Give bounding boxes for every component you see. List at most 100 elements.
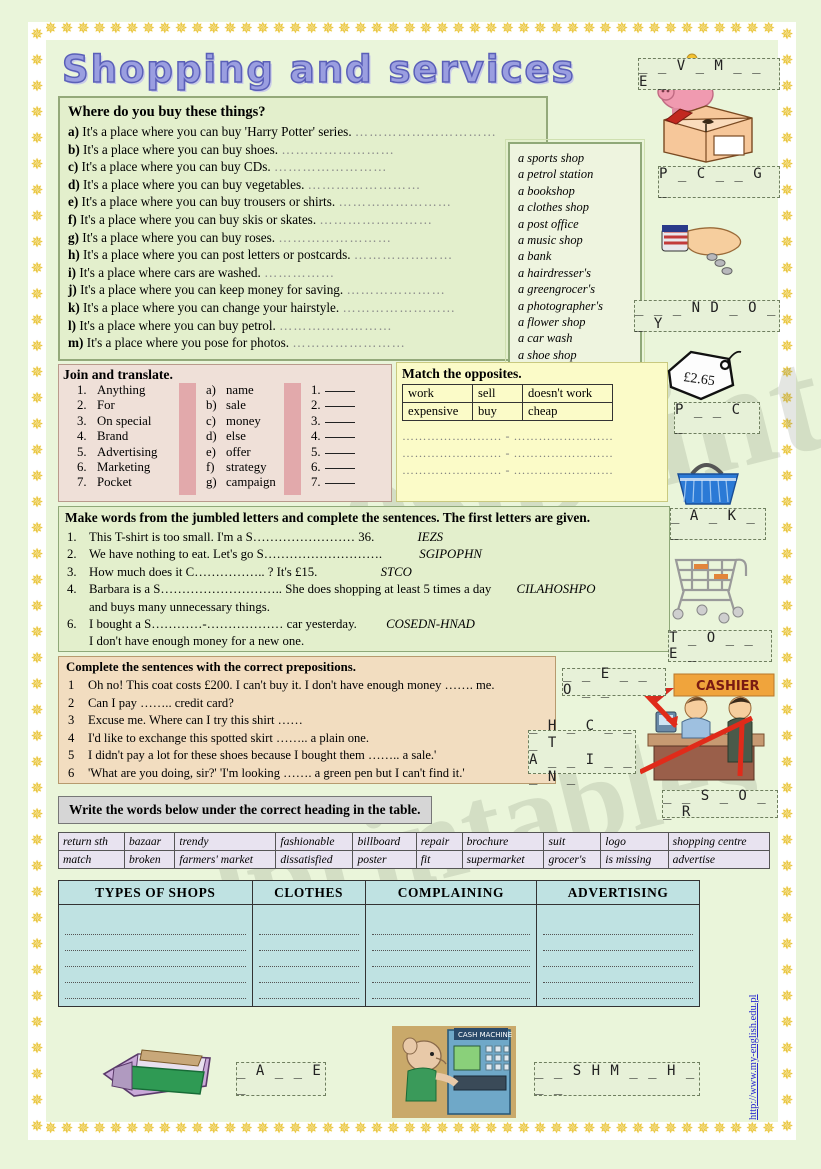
answer-row[interactable]: 3. bbox=[311, 414, 375, 429]
cash-machine-image: CASH MACHINE bbox=[392, 1026, 516, 1118]
list-item[interactable]: I didn't pay a lot for these shoes becau… bbox=[68, 747, 548, 765]
list-item[interactable]: Excuse me. Where can I try this shirt …… bbox=[68, 712, 548, 730]
column-header: ADVERTISING bbox=[536, 880, 700, 905]
answer-dots[interactable]: …………………… bbox=[278, 230, 392, 245]
answer-dots[interactable]: ………………… bbox=[346, 282, 445, 297]
puzzle-checkout-assistant[interactable]: _ H _ C _ _ _ T A _ _ I _ _ _ N _ bbox=[528, 718, 636, 785]
table-row: return sth bazaar trendy fashionable bil… bbox=[58, 832, 771, 851]
table-cell: logo bbox=[600, 832, 669, 851]
svg-text:CASH MACHINE: CASH MACHINE bbox=[458, 1031, 512, 1039]
answer-blank[interactable] bbox=[324, 421, 355, 423]
item-number: c) bbox=[206, 413, 216, 428]
price-tag-image: £2.65 bbox=[667, 350, 742, 401]
answer-cell[interactable] bbox=[536, 904, 700, 1007]
answer-dots[interactable]: …………………… bbox=[274, 159, 388, 174]
q4-heading: Make words from the jumbled letters and … bbox=[65, 510, 591, 525]
table-cell: trendy bbox=[174, 832, 277, 851]
puzzle-basket[interactable]: _ A _ K _ _ bbox=[670, 508, 766, 540]
puzzle-trolley[interactable]: T _ O _ _ E _ bbox=[668, 630, 772, 662]
list-item: i) It's a place where cars are washed. …… bbox=[68, 264, 538, 282]
answer-cell[interactable] bbox=[58, 904, 253, 1007]
answer-row[interactable]: 5. bbox=[311, 445, 375, 460]
answer-dots[interactable]: …………………… bbox=[319, 212, 433, 227]
answer-row[interactable]: 4. bbox=[311, 429, 375, 444]
source-url-watermark[interactable]: http://www.my-english.edu.pl bbox=[748, 994, 759, 1120]
answer-dots[interactable]: ………………………… bbox=[355, 124, 497, 139]
answer-dots[interactable]: …………………… bbox=[281, 142, 395, 157]
table-row: work sell doesn't work bbox=[402, 384, 613, 403]
answer-dots[interactable]: …………………… bbox=[338, 194, 452, 209]
puzzle-cash-machine[interactable]: _ _ S H M _ _ H _ _ _ bbox=[534, 1062, 700, 1096]
list-item: f) It's a place where you can buy skis o… bbox=[68, 211, 538, 229]
table-cell: grocer's bbox=[543, 850, 602, 869]
answer-blank[interactable] bbox=[324, 452, 355, 454]
answer-line[interactable]: …………………… - …………………… bbox=[402, 462, 662, 479]
table-row bbox=[58, 904, 700, 1007]
puzzle-save-money[interactable]: _ _ V _ M _ _ E _ bbox=[638, 58, 780, 90]
answer-dots[interactable]: …………………… bbox=[279, 318, 393, 333]
sentence-text[interactable]: We have nothing to eat. Let's go S………………… bbox=[89, 547, 382, 561]
page-title: Shopping and services bbox=[61, 47, 576, 92]
item-text: It's a place where you can buy petrol. bbox=[79, 317, 276, 333]
answer-blank[interactable] bbox=[324, 437, 355, 439]
list-item[interactable]: Oh no! This coat costs £200. I can't buy… bbox=[68, 677, 548, 695]
opposites-table: work sell doesn't work expensive buy che… bbox=[402, 384, 613, 421]
list-item: 1. Anything bbox=[77, 383, 179, 398]
item-letter: c) bbox=[68, 159, 79, 175]
puzzle-receipt[interactable]: _ _ E _ _ O _ _ bbox=[562, 666, 666, 698]
answer-blank[interactable] bbox=[324, 483, 355, 485]
jumble-word: STCO bbox=[380, 564, 412, 579]
table-cell: cheap bbox=[522, 402, 613, 421]
list-item: h) It's a place where you can post lette… bbox=[68, 246, 538, 264]
answer-line[interactable]: …………………… - …………………… bbox=[402, 445, 662, 462]
puzzle-package[interactable]: P _ C _ _ G _ bbox=[658, 166, 780, 198]
item-text: It's a place where you pose for photos. bbox=[86, 335, 290, 351]
puzzle-cashier[interactable]: _ _ S _ O _ _ R bbox=[662, 788, 778, 820]
puzzle-wallet[interactable]: _ A _ _ E _ bbox=[236, 1062, 326, 1096]
list-item: c) money bbox=[206, 414, 284, 429]
puzzle-price[interactable]: P _ _ C _ bbox=[674, 402, 760, 434]
list-item: a) name bbox=[206, 383, 284, 398]
sentence-text[interactable]: This T-shirt is too small. I'm a S………………… bbox=[89, 530, 374, 544]
table-cell: supermarket bbox=[461, 850, 545, 869]
table-cell: fashionable bbox=[275, 832, 354, 851]
item-letter: f) bbox=[68, 211, 77, 227]
table-header-row: TYPES OF SHOPS CLOTHES COMPLAINING ADVER… bbox=[58, 880, 700, 905]
answer-row[interactable]: 1. bbox=[311, 383, 375, 398]
answer-blank[interactable] bbox=[324, 406, 355, 408]
shopping-trolley-image bbox=[672, 558, 748, 624]
answer-row[interactable]: 6. bbox=[311, 460, 375, 475]
item-text: It's a place where you can keep money fo… bbox=[80, 282, 344, 298]
list-item[interactable]: Can I pay …….. credit card? bbox=[68, 695, 548, 713]
answer-row[interactable]: 7. bbox=[311, 475, 375, 490]
item-letter: l) bbox=[68, 317, 77, 333]
answer-row[interactable]: 2. bbox=[311, 398, 375, 413]
list-item[interactable]: 'What are you doing, sir?' 'I'm looking … bbox=[68, 765, 548, 783]
list-item: We have nothing to eat. Let's go S………………… bbox=[67, 546, 663, 564]
item-number: e) bbox=[206, 444, 216, 459]
answer-cell[interactable] bbox=[364, 904, 538, 1007]
answer-dots[interactable]: …………………… bbox=[342, 300, 456, 315]
answer-cell[interactable] bbox=[251, 904, 366, 1007]
exercise-where-do-you-buy: Where do you buy these things? a) It's a… bbox=[58, 96, 548, 361]
answer-blank[interactable] bbox=[324, 468, 355, 470]
puzzle-spend-money[interactable]: _ _ _ N D _ O _ _ Y bbox=[634, 300, 780, 332]
answer-line[interactable]: …………………… - …………………… bbox=[402, 428, 662, 445]
item-word: campaign bbox=[226, 475, 276, 490]
categorisation-table: TYPES OF SHOPS CLOTHES COMPLAINING ADVER… bbox=[58, 880, 700, 1007]
table-cell: suit bbox=[543, 832, 602, 851]
answer-dots[interactable]: …………………… bbox=[292, 335, 406, 350]
answer-dots[interactable]: ………………… bbox=[354, 247, 453, 262]
item-text: It's a place where you can buy trousers … bbox=[81, 194, 336, 210]
answer-dots[interactable]: …………… bbox=[264, 265, 335, 280]
shopping-basket-image bbox=[677, 463, 739, 505]
sentence-text[interactable]: Barbara is a S……………………….. She does shopp… bbox=[89, 582, 491, 596]
column-header: CLOTHES bbox=[251, 880, 366, 905]
list-item[interactable]: I'd like to exchange this spotted skirt … bbox=[68, 730, 548, 748]
table-row: match broken farmers' market dissatisfie… bbox=[58, 850, 771, 869]
answer-dots[interactable]: …………………… bbox=[308, 177, 422, 192]
sentence-text[interactable]: I bought a S…………-……………… car yesterday. bbox=[89, 617, 357, 631]
sentence-text[interactable]: How much does it C…………….. ? It's £15. bbox=[89, 565, 317, 579]
answer-blank[interactable] bbox=[324, 391, 355, 392]
q2-heading: Join and translate. bbox=[63, 367, 174, 382]
